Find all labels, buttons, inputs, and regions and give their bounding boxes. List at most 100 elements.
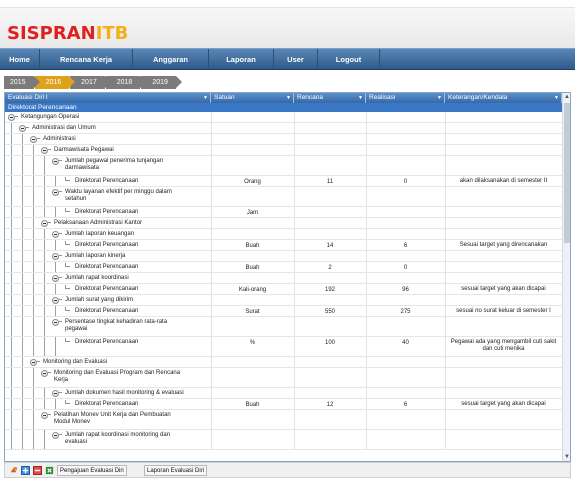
- collapse-toggle-icon[interactable]: [52, 390, 59, 397]
- tree-node-label[interactable]: Direktorat Perencanaan: [75, 178, 209, 185]
- collapse-toggle-icon[interactable]: [41, 412, 48, 419]
- table-row-unit[interactable]: Direktorat Perencanaan Kali-orang 192 96 ses…: [5, 284, 562, 295]
- tree-node-label[interactable]: Jumlah surat yang dikirim: [65, 297, 209, 304]
- table-row-unit[interactable]: Direktorat Perencanaan Orang 11 0 akan dilak…: [5, 176, 562, 187]
- tree-guide-line: [55, 399, 56, 409]
- table-row-unit[interactable]: Direktorat Perencanaan Buah 14 6 Sesuai targ…: [5, 240, 562, 251]
- tree-node-label[interactable]: Direktorat Perencanaan: [75, 339, 209, 346]
- collapse-toggle-icon[interactable]: [8, 114, 15, 121]
- collapse-toggle-icon[interactable]: [19, 125, 26, 132]
- table-row-group[interactable]: Jumlah rapat koordinasi monitoring dan ev…: [5, 430, 562, 450]
- export-excel-icon[interactable]: [45, 466, 54, 475]
- collapse-toggle-icon[interactable]: [41, 147, 48, 154]
- table-row-group[interactable]: Ketangungan Operasi: [5, 112, 562, 123]
- collapse-toggle-icon[interactable]: [52, 158, 59, 165]
- tree-node-label[interactable]: Jumlah rapat koordinasi monitoring dan ev…: [65, 432, 209, 446]
- refresh-icon[interactable]: [9, 466, 18, 475]
- scroll-up-icon[interactable]: ▲: [563, 93, 570, 101]
- tree-guide-line: [22, 306, 23, 316]
- column-header-keterangan[interactable]: Keterangan/Kendala ▼: [445, 93, 562, 103]
- collapse-toggle-icon[interactable]: [41, 370, 48, 377]
- tree-guide-line: [44, 295, 45, 305]
- collapse-toggle-icon[interactable]: [30, 359, 37, 366]
- collapse-toggle-icon[interactable]: [52, 297, 59, 304]
- nav-laporan[interactable]: Laporan: [209, 49, 274, 70]
- nav-user[interactable]: User: [274, 49, 318, 70]
- year-tab-2016[interactable]: 2016: [34, 76, 75, 89]
- table-row-group[interactable]: Monitoring dan Evaluasi Program dan Renc…: [5, 368, 562, 388]
- group-header-row[interactable]: Direktorat Perencanaan: [5, 103, 562, 112]
- collapse-toggle-icon[interactable]: [52, 432, 59, 439]
- laporan-evaluasi-diri-button[interactable]: Laporan Evaluasi Diri: [144, 465, 208, 476]
- tree-node-label[interactable]: Pelatihan Monev Unit Kerja dan Pembuatan…: [54, 412, 209, 426]
- nav-rencana-kerja[interactable]: Rencana Kerja: [40, 49, 133, 70]
- tree-node-label[interactable]: Administrasi: [43, 136, 209, 143]
- vertical-scrollbar[interactable]: ▲ ▼: [562, 93, 570, 461]
- table-row-group[interactable]: Administrasi: [5, 134, 562, 145]
- tree-node-label[interactable]: Jumlah rapat koordinasi: [65, 275, 209, 282]
- pengajuan-evaluasi-diri-button[interactable]: Pengajuan Evaluasi Diri: [57, 465, 127, 476]
- sort-icon: ▼: [437, 95, 442, 101]
- year-tab-2015[interactable]: 2015: [4, 76, 40, 89]
- table-row-group[interactable]: Waktu layanan efektif per minggu dalam se…: [5, 187, 562, 207]
- tree-node-label[interactable]: Jumlah laporan kinerja: [65, 253, 209, 260]
- table-row-group[interactable]: Administrasi dan Umum: [5, 123, 562, 134]
- tree-node-label[interactable]: Direktorat Perencanaan: [75, 264, 209, 271]
- app-logo[interactable]: SISPRANITB: [7, 23, 128, 44]
- collapse-toggle-icon[interactable]: [52, 319, 59, 326]
- tree-node-label[interactable]: Ketangungan Operasi: [21, 114, 209, 121]
- table-row-unit[interactable]: Direktorat Perencanaan Surat 550 275 sesuai …: [5, 306, 562, 317]
- table-row-group[interactable]: Jumlah laporan kinerja: [5, 251, 562, 262]
- table-row-group[interactable]: Darmawisata Pegawai: [5, 145, 562, 156]
- table-row-group[interactable]: Jumlah surat yang dikirim: [5, 295, 562, 306]
- collapse-toggle-icon[interactable]: [52, 253, 59, 260]
- table-row-group[interactable]: Persentase tingkat kehadiran rata-rata pe…: [5, 317, 562, 337]
- column-header-rencana[interactable]: Rencana ▼: [294, 93, 366, 103]
- column-header-evaluasi[interactable]: Evaluasi Diri I ▼: [5, 93, 211, 103]
- tree-node-label[interactable]: Jumlah pegawai penerima tunjangan darmawi…: [65, 158, 209, 172]
- tree-node-label[interactable]: Jumlah dokumen hasil monitoring & evalua…: [65, 390, 209, 397]
- tree-node-label[interactable]: Direktorat Perencanaan: [75, 401, 209, 408]
- year-tab-2019[interactable]: 2019: [141, 76, 182, 89]
- tree-node-label[interactable]: Direktorat Perencanaan: [75, 308, 209, 315]
- column-divider: [211, 251, 212, 261]
- tree-node-label[interactable]: Darmawisata Pegawai: [54, 147, 209, 154]
- scroll-down-icon[interactable]: ▼: [563, 453, 570, 461]
- tree-node-label[interactable]: Monitoring dan Evaluasi Program dan Renc…: [54, 370, 209, 384]
- table-row-unit[interactable]: Direktorat Perencanaan Jam: [5, 207, 562, 218]
- collapse-toggle-icon[interactable]: [52, 231, 59, 238]
- tree-node-label[interactable]: Monitoring dan Evaluasi: [43, 359, 209, 366]
- table-row-group[interactable]: Jumlah rapat koordinasi: [5, 273, 562, 284]
- collapse-toggle-icon[interactable]: [52, 275, 59, 282]
- scrollbar-thumb[interactable]: [564, 103, 570, 243]
- tree-node-label[interactable]: Pelaksanaan Administrasi Kantor: [54, 220, 209, 227]
- table-row-unit[interactable]: Direktorat Perencanaan% 100 40 Pegawai ada …: [5, 337, 562, 357]
- table-row-unit[interactable]: Direktorat Perencanaan Buah 12 6 sesuai targ…: [5, 399, 562, 410]
- column-header-satuan[interactable]: Satuan ▼: [211, 93, 294, 103]
- table-row-group[interactable]: Monitoring dan Evaluasi: [5, 357, 562, 368]
- column-header-realisasi[interactable]: Realisasi ▼: [366, 93, 445, 103]
- tree-node-label[interactable]: Administrasi dan Umum: [32, 125, 209, 132]
- year-tab-2018[interactable]: 2018: [105, 76, 146, 89]
- table-row-group[interactable]: Jumlah dokumen hasil monitoring & evalua…: [5, 388, 562, 399]
- collapse-toggle-icon[interactable]: [52, 189, 59, 196]
- table-row-group[interactable]: Pelaksanaan Administrasi Kantor: [5, 218, 562, 229]
- tree-node-label[interactable]: Direktorat Perencanaan: [75, 209, 209, 216]
- nav-anggaran[interactable]: Anggaran: [133, 49, 209, 70]
- collapse-toggle-icon[interactable]: [41, 220, 48, 227]
- nav-home[interactable]: Home: [0, 49, 40, 70]
- nav-logout[interactable]: Logout: [318, 49, 380, 70]
- table-row-group[interactable]: Jumlah pegawai penerima tunjangan darmawi…: [5, 156, 562, 176]
- tree-node-label[interactable]: Direktorat Perencanaan: [75, 286, 209, 293]
- tree-node-label[interactable]: Waktu layanan efektif per minggu dalam se…: [65, 189, 209, 203]
- tree-node-label[interactable]: Direktorat Perencanaan: [75, 242, 209, 249]
- table-row-group[interactable]: Jumlah laporan keuangan: [5, 229, 562, 240]
- table-row-group[interactable]: Pelatihan Monev Unit Kerja dan Pembuatan…: [5, 410, 562, 430]
- tree-node-label[interactable]: Persentase tingkat kehadiran rata-rata pe…: [65, 319, 209, 333]
- delete-icon[interactable]: [33, 466, 42, 475]
- collapse-toggle-icon[interactable]: [30, 136, 37, 143]
- table-row-unit[interactable]: Direktorat Perencanaan Buah 2 0: [5, 262, 562, 273]
- add-icon[interactable]: [21, 466, 30, 475]
- tree-node-label[interactable]: Jumlah laporan keuangan: [65, 231, 209, 238]
- year-tab-2017[interactable]: 2017: [70, 76, 111, 89]
